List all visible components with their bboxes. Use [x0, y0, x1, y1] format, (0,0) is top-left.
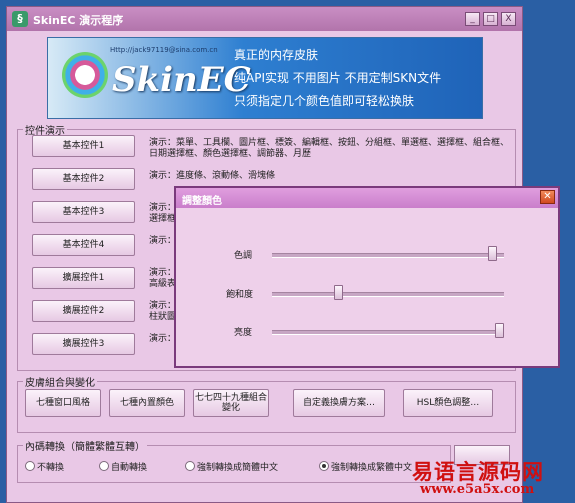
basic-control-2-button[interactable]: 基本控件2 [32, 168, 135, 190]
banner-line-2: 纯API实现 不用图片 不用定制SKN文件 [234, 71, 442, 85]
banner-brand: SkinEC [112, 60, 251, 100]
radio-label: 不轉換 [37, 463, 65, 473]
window-title: SkinEC 演示程序 [33, 14, 124, 27]
extended-control-2-description: 演示： [149, 301, 177, 311]
basic-control-4-description: 演示： [149, 236, 177, 246]
color-adjust-dialog: 調整顏色 ✕ 色調 飽和度 亮度 [174, 186, 560, 368]
basic-control-4-button[interactable]: 基本控件4 [32, 234, 135, 256]
radio-dot [185, 461, 195, 471]
hsl-adjust-button[interactable]: HSL顏色調整… [403, 389, 493, 417]
custom-skin-button[interactable]: 自定義換膚方案… [293, 389, 385, 417]
banner-line-1: 真正的内存皮肤 [234, 48, 319, 62]
saturation-slider-track[interactable] [272, 292, 504, 297]
basic-control-1-button[interactable]: 基本控件1 [32, 135, 135, 157]
basic-control-3-button[interactable]: 基本控件3 [32, 201, 135, 223]
brightness-label: 亮度 [234, 328, 253, 338]
dialog-title-bar[interactable]: 調整顏色 ✕ [176, 188, 558, 208]
radio-dot-selected [319, 461, 329, 471]
radio-to-simplified[interactable]: 強制轉換成簡體中文 [185, 460, 278, 473]
radio-dot [25, 461, 35, 471]
basic-control-2-description: 演示：進度條、滾動條、滑塊條 [149, 171, 276, 181]
hue-slider-thumb[interactable] [488, 246, 498, 261]
basic-control-3-description: 演示： [149, 203, 177, 213]
watermark-url: www.e5a5x.com [420, 482, 535, 497]
dialog-close-button[interactable]: ✕ [540, 190, 555, 204]
basic-control-3-extra: 選擇框 [149, 214, 177, 224]
window-styles-button[interactable]: 七種窗口風格 [25, 389, 101, 417]
banner-line-3: 只须指定几个颜色值即可轻松换肤 [234, 94, 415, 108]
radio-label: 自動轉換 [111, 463, 148, 473]
extended-control-1-description: 演示： [149, 268, 177, 278]
extended-control-1-button[interactable]: 擴展控件1 [32, 267, 135, 289]
skinec-logo-icon [62, 52, 108, 98]
close-button[interactable]: X [501, 12, 516, 26]
skin-group-legend: 皮膚組合與變化 [23, 374, 97, 389]
banner: Http://jack97119@sina.com.cn SkinEC 真正的内… [47, 37, 483, 119]
banner-email: Http://jack97119@sina.com.cn [110, 46, 218, 54]
radio-to-traditional[interactable]: 強制轉換成繁體中文 [319, 460, 412, 473]
extended-control-2-button[interactable]: 擴展控件2 [32, 300, 135, 322]
radio-label: 強制轉換成簡體中文 [197, 463, 279, 473]
saturation-label: 飽和度 [226, 290, 254, 300]
extended-control-3-description: 演示： [149, 334, 177, 344]
title-bar[interactable]: § SkinEC 演示程序 _ □ X [7, 7, 522, 31]
radio-dot [99, 461, 109, 471]
hue-slider-track[interactable] [272, 253, 504, 258]
extended-control-3-button[interactable]: 擴展控件3 [32, 333, 135, 355]
combinations-button[interactable]: 七七四十九種組合變化 [193, 389, 269, 417]
basic-control-1-description: 演示：菜單、工具欄、圖片框、標簽、編輯框、按鈕、分組框、單選框、選擇框、組合框、… [149, 138, 510, 159]
saturation-slider-thumb[interactable] [334, 285, 344, 300]
radio-auto-convert[interactable]: 自動轉換 [99, 460, 147, 473]
radio-label: 強制轉換成繁體中文 [331, 463, 413, 473]
hue-label: 色調 [234, 251, 253, 261]
extended-control-2-extra: 柱狀圖 [149, 312, 177, 322]
encoding-group-legend: 內碼轉換（簡體繁體互轉） [23, 438, 147, 453]
app-icon: § [12, 11, 28, 27]
brightness-slider-track[interactable] [272, 330, 504, 335]
brightness-slider-thumb[interactable] [495, 323, 504, 338]
maximize-button[interactable]: □ [483, 12, 498, 26]
minimize-button[interactable]: _ [465, 12, 480, 26]
builtin-colors-button[interactable]: 七種內置顏色 [109, 389, 185, 417]
radio-no-convert[interactable]: 不轉換 [25, 460, 64, 473]
extended-control-1-extra: 高級表 [149, 279, 177, 289]
dialog-title: 調整顏色 [182, 196, 222, 207]
